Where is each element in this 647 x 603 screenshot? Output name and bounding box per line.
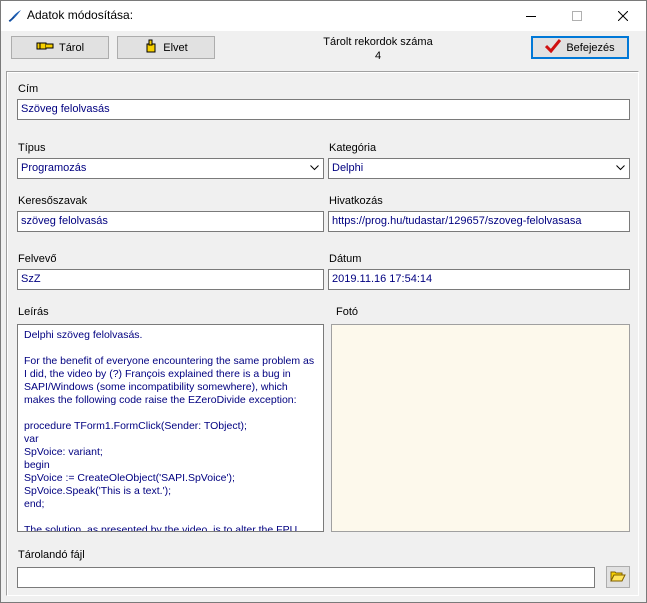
- title-bar[interactable]: Adatok módosítása:: [1, 1, 646, 31]
- photo-box[interactable]: [331, 324, 630, 532]
- browse-folder-button[interactable]: [606, 566, 630, 588]
- title-label: Cím: [18, 83, 39, 95]
- keywords-label: Keresőszavak: [18, 195, 88, 207]
- main-window: Adatok módosítása: Tárol Elvet Tárolt re…: [0, 0, 647, 603]
- keywords-field[interactable]: szöveg felolvasás: [17, 211, 324, 232]
- discard-button[interactable]: Elvet: [117, 36, 215, 59]
- date-label: Dátum: [329, 253, 362, 265]
- chevron-down-icon: [616, 165, 625, 171]
- file-field[interactable]: [17, 567, 595, 588]
- record-count-value: 4: [374, 50, 382, 62]
- recorder-label: Felvevő: [18, 253, 57, 265]
- description-memo[interactable]: Delphi szöveg felolvasás. For the benefi…: [17, 324, 324, 532]
- feather-app-icon: [8, 9, 22, 23]
- open-folder-icon: [610, 570, 626, 585]
- type-select-value: Programozás: [21, 162, 87, 174]
- toolbar: Tárol Elvet Tárolt rekordok száma 4 Befe…: [1, 31, 646, 71]
- category-label: Kategória: [329, 142, 377, 154]
- store-button-label: Tárol: [58, 41, 85, 54]
- discard-hand-icon: [144, 39, 158, 56]
- record-count-label: Tárolt rekordok száma: [323, 36, 433, 48]
- category-select[interactable]: Delphi: [328, 158, 630, 179]
- discard-button-label: Elvet: [163, 41, 188, 54]
- record-count: Tárolt rekordok száma 4: [301, 35, 455, 63]
- maximize-button[interactable]: [554, 1, 600, 31]
- category-select-value: Delphi: [332, 162, 364, 174]
- store-button[interactable]: Tárol: [11, 36, 109, 59]
- type-label: Típus: [18, 142, 46, 154]
- store-hand-icon: [36, 40, 54, 55]
- maximize-icon: [572, 11, 582, 21]
- date-field[interactable]: 2019.11.16 17:54:14: [328, 269, 630, 290]
- check-icon: [545, 39, 562, 56]
- photo-label: Fotó: [336, 306, 359, 318]
- finish-button[interactable]: Befejezés: [531, 36, 629, 59]
- title-field[interactable]: Szöveg felolvasás: [17, 99, 630, 120]
- close-icon: [618, 11, 628, 21]
- window-title: Adatok módosítása:: [27, 8, 134, 22]
- close-button[interactable]: [600, 1, 646, 31]
- chevron-down-icon: [310, 165, 319, 171]
- link-field[interactable]: https://prog.hu/tudastar/129657/szoveg-f…: [328, 211, 630, 232]
- finish-button-label: Befejezés: [566, 41, 615, 54]
- type-select[interactable]: Programozás: [17, 158, 324, 179]
- recorder-field[interactable]: SzZ: [17, 269, 324, 290]
- minimize-icon: [526, 16, 536, 17]
- link-label: Hivatkozás: [329, 195, 383, 207]
- file-label: Tárolandó fájl: [18, 549, 85, 561]
- description-label: Leírás: [18, 306, 49, 318]
- minimize-button[interactable]: [508, 1, 554, 31]
